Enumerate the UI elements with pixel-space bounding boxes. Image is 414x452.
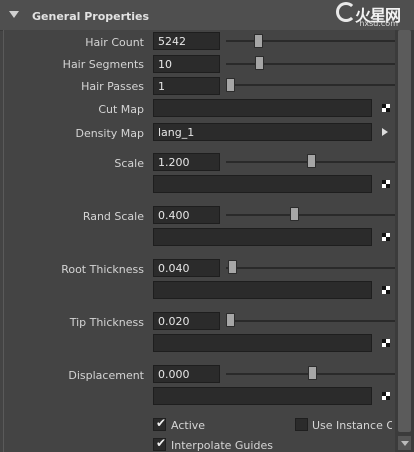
panel-left-border	[3, 30, 4, 452]
root-thickness-slider-track[interactable]	[226, 267, 400, 269]
tip-thickness-checker-map-icon[interactable]	[382, 339, 390, 347]
checkmark-icon: ✔	[156, 436, 167, 450]
root-thickness-slider-handle[interactable]	[228, 260, 237, 274]
root-thickness-map-field[interactable]	[153, 281, 372, 299]
tip-thickness-slider-track[interactable]	[226, 320, 400, 322]
scale-checker-map-icon[interactable]	[382, 180, 390, 188]
hair-passes-slider-handle[interactable]	[226, 78, 235, 92]
logo-swirl-icon	[336, 2, 356, 22]
tip-thickness-map-field[interactable]	[153, 334, 372, 352]
hair-segments-slider-handle[interactable]	[255, 56, 264, 70]
active-label: Active	[171, 419, 206, 432]
hair-passes-field[interactable]: 1	[153, 77, 220, 95]
hair-passes-slider-track[interactable]	[226, 84, 400, 86]
displacement-checker-map-icon[interactable]	[382, 392, 390, 400]
rand-scale-checker-map-icon[interactable]	[382, 233, 390, 241]
root-thickness-field[interactable]: 0.040	[153, 259, 220, 277]
hair-segments-slider-track[interactable]	[226, 63, 400, 65]
tip-thickness-slider-handle[interactable]	[226, 313, 235, 327]
root-thickness-checker-map-icon[interactable]	[382, 286, 390, 294]
use-instance-checkbox[interactable]	[295, 418, 308, 431]
rand-scale-field[interactable]: 0.400	[153, 206, 220, 224]
rand-scale-map-field[interactable]	[153, 228, 372, 246]
scale-label: Scale	[114, 157, 144, 170]
density-map-field[interactable]: lang_1	[153, 123, 372, 141]
cut-map-field[interactable]	[153, 99, 372, 117]
scale-field[interactable]: 1.200	[153, 153, 220, 171]
hair-count-slider-track[interactable]	[226, 40, 400, 42]
section-title: General Properties	[32, 10, 150, 23]
section-header[interactable]: General Properties 火星网 hxsd.com	[0, 0, 414, 31]
tip-thickness-label: Tip Thickness	[69, 316, 144, 329]
hair-segments-label: Hair Segments	[62, 58, 144, 71]
scale-slider-handle[interactable]	[307, 154, 316, 168]
displacement-map-field[interactable]	[153, 387, 372, 405]
cut-map-label: Cut Map	[98, 103, 144, 116]
displacement-slider-handle[interactable]	[308, 366, 317, 380]
checkmark-icon: ✔	[156, 416, 167, 430]
root-thickness-label: Root Thickness	[61, 263, 144, 276]
watermark-logo: 火星网 hxsd.com	[334, 0, 414, 30]
interpolate-guides-label: Interpolate Guides	[171, 439, 273, 452]
hair-count-slider-handle[interactable]	[254, 34, 263, 48]
scrollbar-thumb[interactable]	[398, 30, 411, 432]
scale-map-field[interactable]	[153, 175, 372, 193]
cut-map-checker-map-icon[interactable]	[382, 104, 390, 112]
tip-thickness-field[interactable]: 0.020	[153, 312, 220, 330]
use-instance-label: Use Instance Ob	[312, 419, 392, 432]
interpolate-guides-checkbox[interactable]: ✔	[153, 436, 167, 451]
watermark-url: hxsd.com	[359, 19, 398, 28]
collapse-triangle-icon[interactable]	[9, 11, 19, 18]
density-map-arrow-right-icon[interactable]	[382, 128, 388, 136]
active-checkbox[interactable]: ✔	[153, 416, 167, 431]
rand-scale-slider-track[interactable]	[226, 214, 400, 216]
displacement-label: Displacement	[68, 369, 144, 382]
rand-scale-slider-handle[interactable]	[290, 207, 299, 221]
displacement-field[interactable]: 0.000	[153, 365, 220, 383]
rand-scale-label: Rand Scale	[82, 210, 144, 223]
hair-segments-field[interactable]: 10	[153, 55, 220, 73]
hair-count-field[interactable]: 5242	[153, 32, 220, 50]
hair-count-label: Hair Count	[85, 36, 144, 49]
density-map-label: Density Map	[75, 127, 144, 140]
scroll-down-arrow-icon[interactable]	[398, 436, 411, 450]
hair-passes-label: Hair Passes	[81, 80, 144, 93]
